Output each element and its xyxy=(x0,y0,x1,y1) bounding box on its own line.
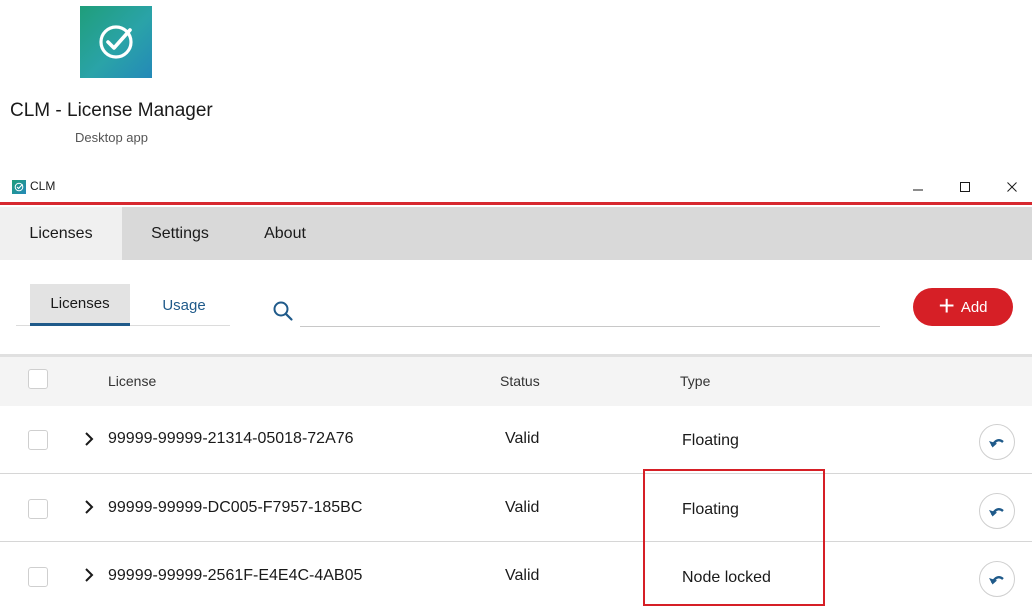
main-tab-bar: Licenses Settings About xyxy=(0,207,1032,260)
subtab-usage[interactable]: Usage xyxy=(138,284,230,326)
minimize-icon xyxy=(913,189,923,191)
column-header-status: Status xyxy=(500,373,540,389)
clm-window: CLM Licenses Settings About Licenses Usa… xyxy=(0,172,1032,607)
search-input[interactable] xyxy=(300,296,880,327)
header-accent-line xyxy=(0,202,1032,205)
window-title: CLM xyxy=(30,179,56,193)
subtab-licenses[interactable]: Licenses xyxy=(30,284,130,326)
column-header-license: License xyxy=(108,373,157,389)
add-license-button[interactable]: + Add xyxy=(913,288,1013,326)
chevron-right-icon[interactable] xyxy=(82,566,96,584)
title-bar[interactable]: CLM xyxy=(0,172,1032,202)
close-button[interactable] xyxy=(992,172,1032,202)
table-header: License Status Type xyxy=(0,354,1032,406)
column-header-type: Type xyxy=(680,373,711,389)
undo-icon xyxy=(989,508,1004,517)
table-row[interactable]: 99999-99999-2561F-E4E4C-4AB05 Valid Node… xyxy=(0,542,1032,610)
minimize-button[interactable] xyxy=(898,172,938,202)
select-all-checkbox[interactable] xyxy=(28,369,48,389)
license-type: Node locked xyxy=(682,569,771,586)
chevron-right-icon[interactable] xyxy=(82,498,96,516)
row-checkbox[interactable] xyxy=(28,567,48,587)
app-tile-icon xyxy=(80,6,152,78)
check-circle-icon xyxy=(99,25,133,59)
plus-icon: + xyxy=(938,289,955,321)
row-checkbox[interactable] xyxy=(28,499,48,519)
table-row[interactable]: 99999-99999-21314-05018-72A76 Valid Floa… xyxy=(0,406,1032,474)
table-row[interactable]: 99999-99999-DC005-F7957-185BC Valid Floa… xyxy=(0,474,1032,542)
tab-licenses[interactable]: Licenses xyxy=(0,207,122,260)
search-icon[interactable] xyxy=(272,300,294,322)
undo-icon xyxy=(989,576,1004,585)
license-type: Floating xyxy=(682,432,739,449)
tab-about[interactable]: About xyxy=(240,207,330,260)
license-status: Valid xyxy=(505,567,540,584)
app-title: CLM - License Manager xyxy=(10,100,213,121)
license-key: 99999-99999-2561F-E4E4C-4AB05 xyxy=(108,567,363,584)
maximize-button[interactable] xyxy=(945,172,985,202)
license-status: Valid xyxy=(505,499,540,516)
maximize-icon xyxy=(960,182,970,192)
close-icon xyxy=(1007,182,1017,192)
license-key: 99999-99999-21314-05018-72A76 xyxy=(108,430,354,447)
add-button-label: Add xyxy=(960,298,988,316)
revert-button[interactable] xyxy=(979,561,1015,597)
row-checkbox[interactable] xyxy=(28,430,48,450)
app-kind-label: Desktop app xyxy=(75,130,148,145)
license-type: Floating xyxy=(682,501,739,518)
undo-icon xyxy=(989,439,1004,448)
chevron-right-icon[interactable] xyxy=(82,430,96,448)
revert-button[interactable] xyxy=(979,493,1015,529)
check-circle-icon xyxy=(14,182,24,192)
license-key: 99999-99999-DC005-F7957-185BC xyxy=(108,499,363,516)
window-app-icon xyxy=(12,180,26,194)
revert-button[interactable] xyxy=(979,424,1015,460)
license-status: Valid xyxy=(505,430,540,447)
tab-settings[interactable]: Settings xyxy=(130,207,230,260)
